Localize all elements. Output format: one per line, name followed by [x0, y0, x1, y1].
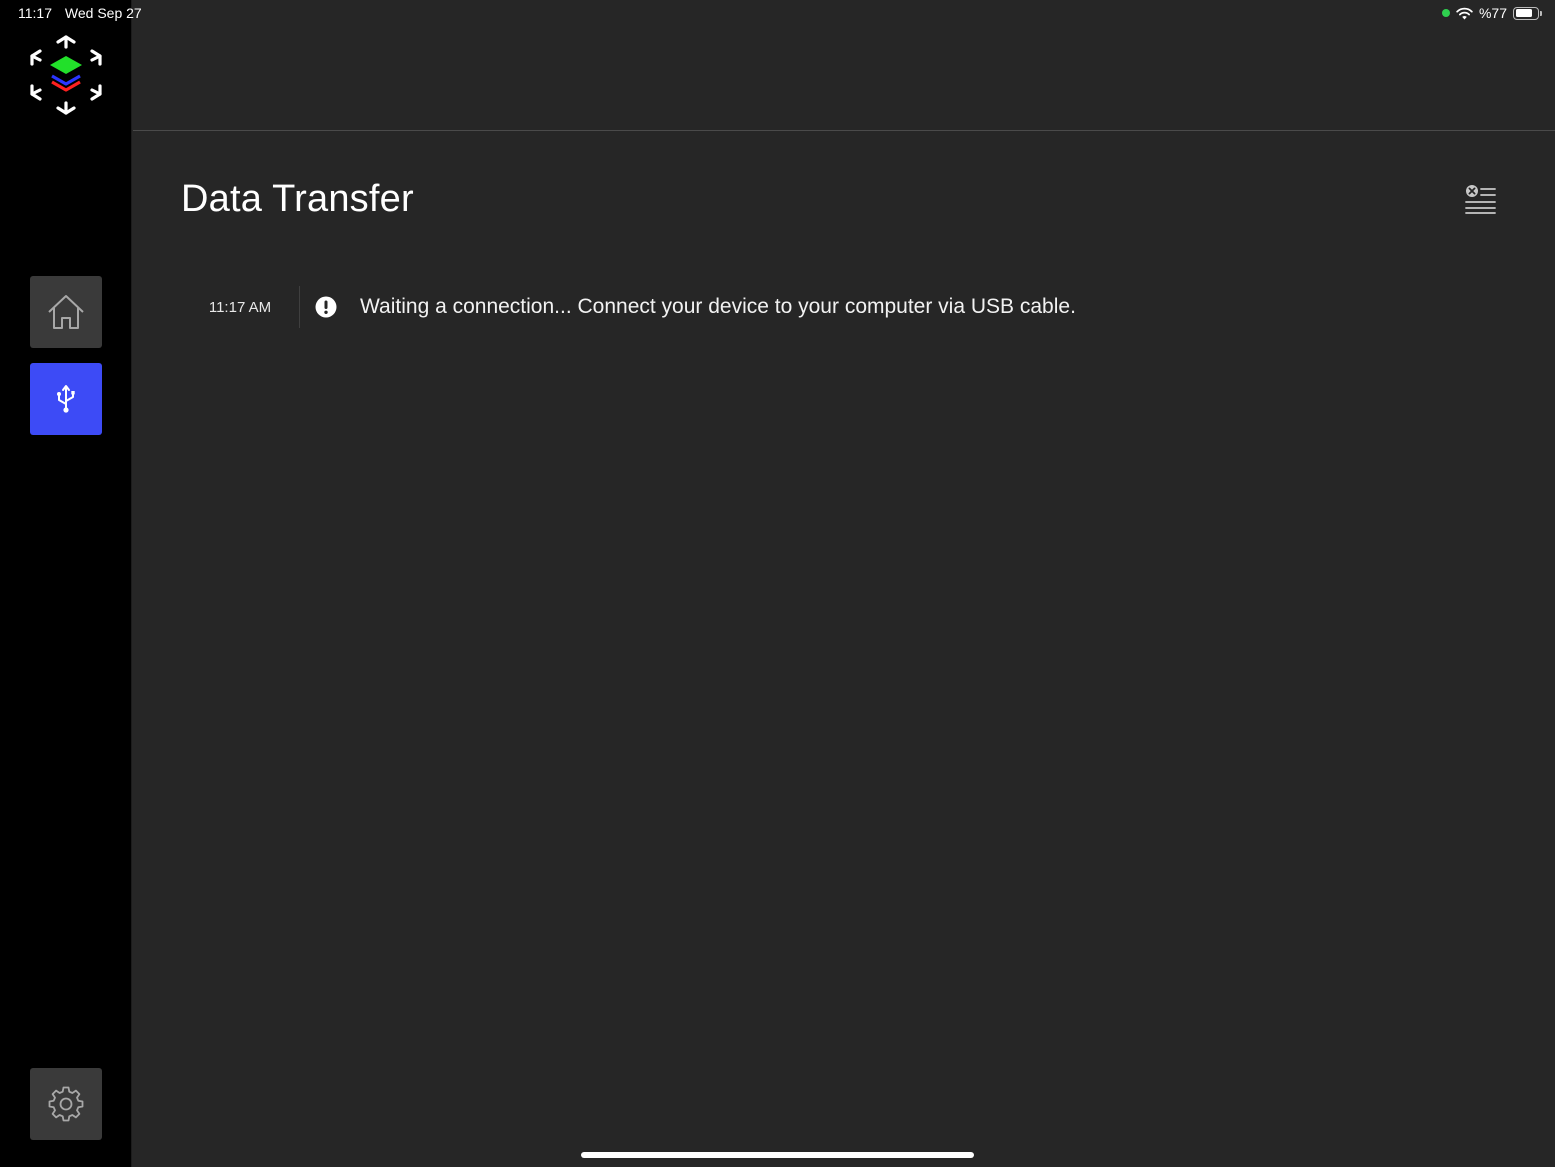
alert-icon: [315, 296, 337, 318]
gear-icon: [48, 1086, 84, 1122]
status-bar: 11:17 Wed Sep 27 %77: [0, 0, 1555, 28]
status-right: %77: [1441, 5, 1542, 21]
camera-indicator-icon: [1441, 9, 1450, 17]
sidebar-item-home[interactable]: [30, 276, 102, 348]
log-message: Waiting a connection... Connect your dev…: [360, 295, 1076, 318]
log-divider: [299, 286, 300, 328]
page-title: Data Transfer: [181, 178, 414, 220]
status-time: 11:17: [18, 5, 52, 21]
sidebar-item-settings[interactable]: [30, 1068, 102, 1140]
home-indicator[interactable]: [581, 1152, 974, 1158]
log-time: 11:17 AM: [208, 298, 272, 316]
layers-cube-logo-icon: [30, 35, 102, 115]
battery-level: [1515, 9, 1532, 17]
status-date: Wed Sep 27: [64, 5, 142, 21]
log-item: 11:17 AM Waiting a connection... Connect…: [181, 286, 1501, 328]
usb-icon: [57, 385, 75, 413]
battery-tip: [1540, 10, 1542, 16]
sidebar: [0, 0, 132, 1167]
status-left: 11:17 Wed Sep 27: [18, 5, 151, 21]
wifi-icon: [1456, 7, 1473, 19]
log-list: 11:17 AM Waiting a connection... Connect…: [181, 286, 1501, 328]
sidebar-item-data-transfer[interactable]: [30, 363, 102, 435]
clear-log-icon[interactable]: [1464, 184, 1496, 214]
home-icon: [48, 295, 84, 329]
battery-icon: [1513, 6, 1542, 20]
screen: 11:17 Wed Sep 27 %77 Data Transfer 11:17…: [0, 0, 1555, 1167]
battery-percent: %77: [1478, 5, 1507, 21]
